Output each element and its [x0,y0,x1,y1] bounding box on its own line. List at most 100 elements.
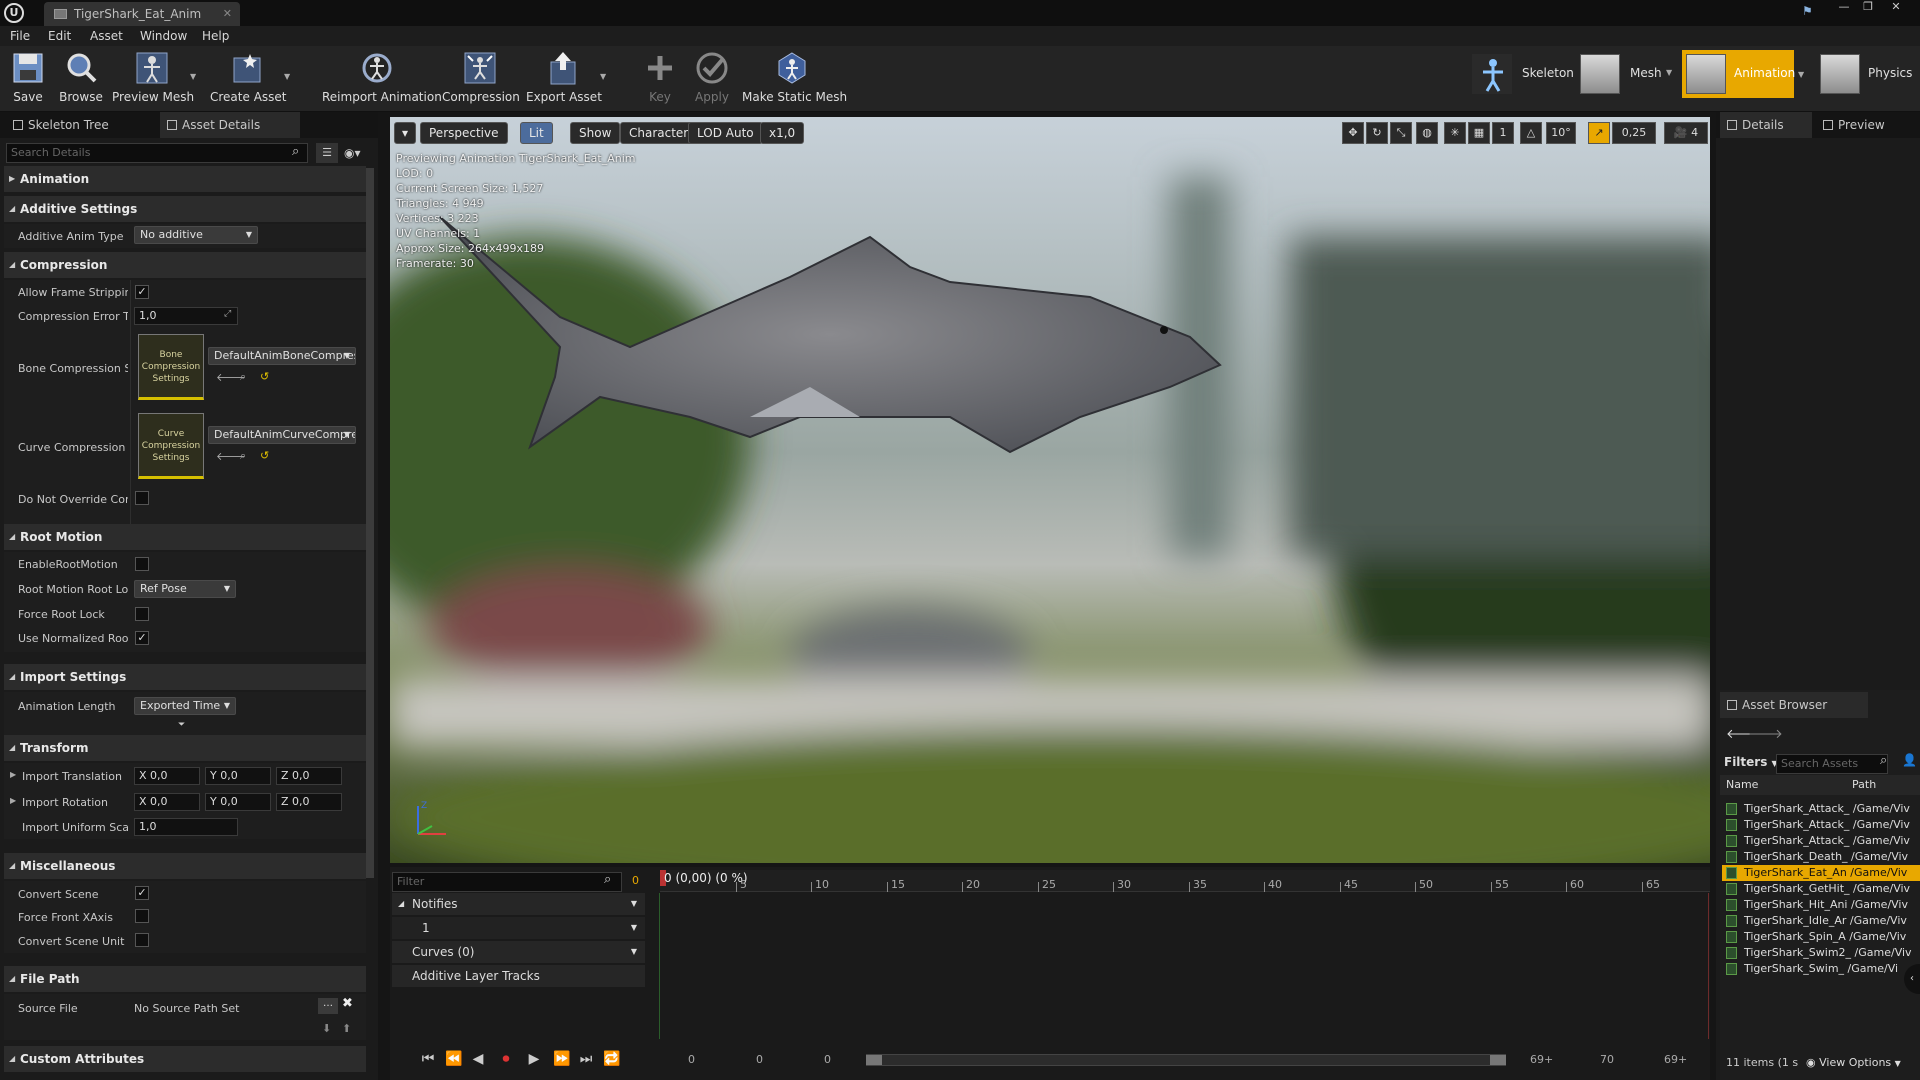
notify-track-dropdown-icon[interactable]: ▼ [631,917,637,939]
asset-list-item[interactable]: TigerShark_Attack_ /Game/Viv [1722,801,1920,817]
uniform-scale-input[interactable]: 1,0 [134,818,238,836]
rotation-x-input[interactable]: X 0,0 [134,793,200,811]
playback-speed-button[interactable]: x1,0 [760,122,805,144]
tab-skeleton-tree[interactable]: Skeleton Tree [6,112,156,138]
user-icon[interactable]: 👤 [1902,753,1917,767]
lit-button[interactable]: Lit [520,122,553,144]
menu-edit[interactable]: Edit [48,26,71,46]
mesh-dropdown-icon[interactable]: ▼ [1666,68,1672,77]
category-additive-settings[interactable]: ◢ Additive Settings [4,196,366,222]
rotation-y-input[interactable]: Y 0,0 [205,793,271,811]
export-asset-button[interactable]: Export Asset [526,50,602,110]
tab-details[interactable]: Details [1720,112,1812,138]
tab-asset-details[interactable]: Asset Details [160,112,300,138]
arrow-down-icon[interactable]: ⬇ [322,1022,331,1035]
document-tab[interactable]: TigerShark_Eat_Anim ✕ [44,2,240,26]
menu-window[interactable]: Window [140,26,187,46]
mode-skeleton-button[interactable]: Skeleton [1472,54,1574,94]
step-back-icon[interactable]: ⏪ [444,1049,464,1069]
allow-frame-stripping-checkbox[interactable]: ✓ [135,285,149,299]
visibility-eye-icon[interactable]: ◉▾ [344,143,374,163]
asset-list-item[interactable]: TigerShark_GetHit_ /Game/Viv [1722,881,1920,897]
view-end-label[interactable]: 70 [1600,1053,1614,1066]
curve-compression-dropdown[interactable]: DefaultAnimCurveCompre [208,426,356,444]
expand-icon[interactable]: ▶ [10,796,16,805]
tab-asset-browser[interactable]: Asset Browser [1720,692,1868,718]
translation-x-input[interactable]: X 0,0 [134,767,200,785]
animation-length-dropdown[interactable]: Exported Time [134,697,236,715]
collapse-arrow-icon[interactable]: ◢ [398,893,404,915]
view-options-button[interactable]: ◉ View Options ▼ [1806,1056,1901,1069]
asset-list-item[interactable]: TigerShark_Spin_A /Game/Viv [1722,929,1920,945]
browse-magnifier-icon[interactable]: ⌕ [240,449,246,463]
category-animation[interactable]: ▶ Animation [4,166,366,192]
translation-z-input[interactable]: Z 0,0 [276,767,342,785]
filters-button[interactable]: Filters ▼ [1724,755,1778,769]
convert-scene-unit-checkbox[interactable] [135,933,149,947]
details-scrollbar[interactable] [366,168,374,878]
create-asset-dropdown-icon[interactable]: ▼ [284,72,292,81]
mode-animation-button[interactable]: Animation [1682,50,1795,98]
export-dropdown-icon[interactable]: ▼ [600,72,608,81]
rotation-z-input[interactable]: Z 0,0 [276,793,342,811]
scale-icon[interactable]: ⤡ [1390,122,1412,144]
category-transform[interactable]: ◢ Transform [4,735,366,761]
category-miscellaneous[interactable]: ◢ Miscellaneous [4,853,366,879]
range-start-handle[interactable] [866,1055,882,1065]
apply-button[interactable]: Apply [690,50,734,110]
timeline-range-slider[interactable] [866,1054,1506,1066]
key-button[interactable]: Key [640,50,680,110]
clear-icon[interactable]: ✖ [342,996,353,1011]
notifies-track[interactable]: ◢ Notifies ▼ [392,893,645,915]
close-tab-icon[interactable]: ✕ [223,2,232,26]
browse-file-button[interactable]: … [318,998,338,1014]
world-local-icon[interactable]: ◍ [1416,122,1438,144]
play-icon[interactable]: ▶ [524,1049,544,1069]
view-start-label[interactable]: 0 [756,1053,763,1066]
additive-anim-type-dropdown[interactable]: No additive [134,226,258,244]
make-static-mesh-button[interactable]: Make Static Mesh [742,50,847,110]
category-file-path[interactable]: ◢ File Path [4,966,366,992]
asset-list-item[interactable]: TigerShark_Idle_Ar /Game/Viv [1722,913,1920,929]
menu-asset[interactable]: Asset [90,26,123,46]
surface-snap-icon[interactable]: ✳ [1444,122,1466,144]
translation-y-input[interactable]: Y 0,0 [205,767,271,785]
expand-advanced-icon[interactable]: ⏷ [178,720,185,730]
lod-button[interactable]: LOD Auto [688,122,763,144]
menu-help[interactable]: Help [202,26,229,46]
root-motion-lock-dropdown[interactable]: Ref Pose [134,580,236,598]
category-custom-attributes[interactable]: ◢ Custom Attributes [4,1046,366,1072]
viewport-options-icon[interactable]: ▾ [394,122,416,144]
path-column-header[interactable]: Path [1852,778,1876,791]
save-button[interactable]: Save [8,50,48,110]
working-end-label[interactable]: 69+ [1664,1053,1687,1066]
view-list-icon[interactable]: ☰ [316,143,338,163]
category-compression[interactable]: ◢ Compression [4,252,366,278]
rotate-icon[interactable]: ↻ [1366,122,1388,144]
reset-arrow-icon[interactable]: ↺ [260,370,269,383]
mode-physics-button[interactable]: Physics [1820,54,1920,94]
force-root-lock-checkbox[interactable] [135,607,149,621]
menu-file[interactable]: File [10,26,30,46]
record-icon[interactable]: ⏺ [496,1049,516,1069]
convert-scene-checkbox[interactable]: ✓ [135,886,149,900]
character-button[interactable]: Character [620,122,698,144]
angle-snap-icon[interactable]: △ [1520,122,1542,144]
create-asset-button[interactable]: Create Asset [210,50,287,110]
curve-compression-thumbnail[interactable]: Curve Compression Settings [138,413,204,479]
category-root-motion[interactable]: ◢ Root Motion [4,524,366,550]
skip-to-start-icon[interactable]: ⏮ [418,1049,438,1069]
preview-mesh-dropdown-icon[interactable]: ▼ [190,72,198,81]
loop-icon[interactable]: 🔁 [602,1049,622,1069]
expand-icon[interactable]: ▶ [10,770,16,779]
grid-snap-icon[interactable]: ▦ [1468,122,1490,144]
scale-snap-icon[interactable]: ↗ [1588,122,1610,144]
asset-search-input[interactable]: Search Assets [1776,754,1888,774]
preview-viewport[interactable] [390,117,1710,863]
bone-compression-thumbnail[interactable]: Bone Compression Settings [138,334,204,400]
category-import-settings[interactable]: ◢ Import Settings [4,664,366,690]
use-normalized-root-checkbox[interactable]: ✓ [135,631,149,645]
asset-list-item[interactable]: TigerShark_Swim2_ /Game/Viv [1722,945,1920,961]
grid-snap-value[interactable]: 1 [1492,122,1514,144]
tab-preview[interactable]: Preview [1816,112,1916,138]
